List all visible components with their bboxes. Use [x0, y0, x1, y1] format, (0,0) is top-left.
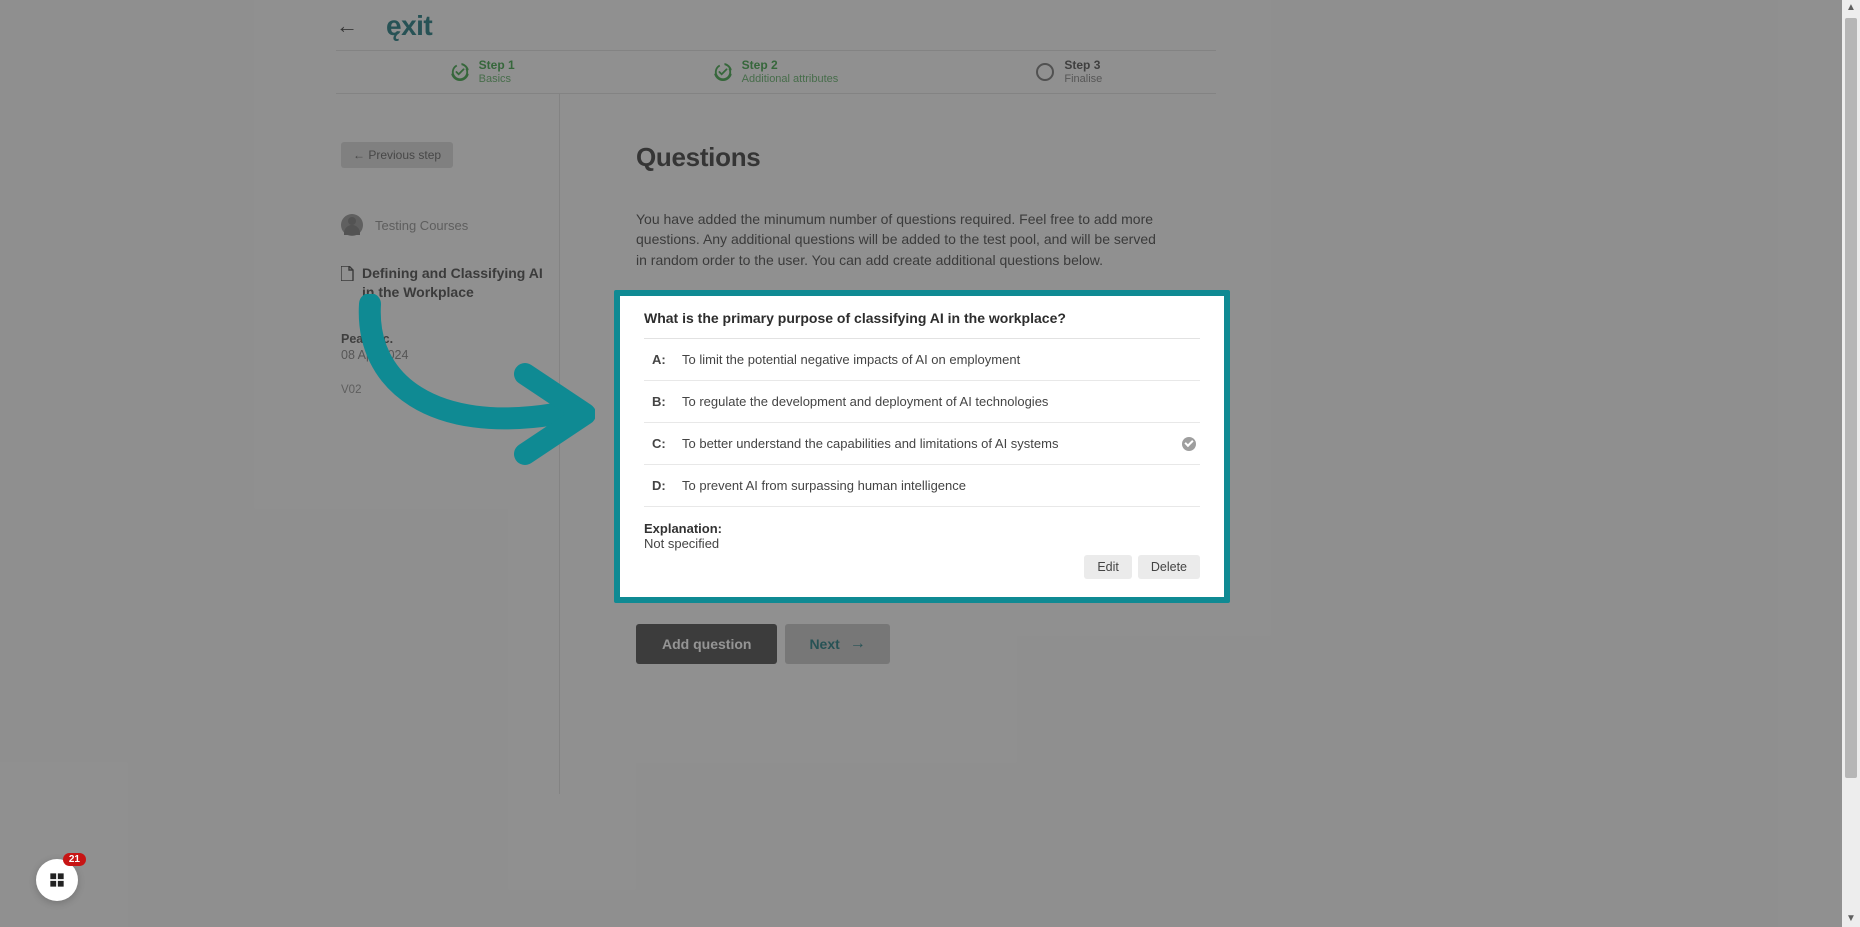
author-name: Testing Courses: [375, 218, 468, 233]
step-1-subtitle: Basics: [479, 73, 515, 87]
add-question-button[interactable]: Add question: [636, 624, 777, 664]
step-1-title: Step 1: [479, 58, 515, 73]
check-circle-icon: [714, 63, 732, 81]
scroll-thumb[interactable]: [1845, 18, 1857, 778]
scrollbar[interactable]: ▲ ▼: [1842, 0, 1860, 927]
edit-button[interactable]: Edit: [1084, 555, 1132, 579]
step-2-subtitle: Additional attributes: [742, 73, 839, 87]
step-2-title: Step 2: [742, 58, 839, 73]
question-prompt: What is the primary purpose of classifyi…: [644, 310, 1200, 339]
previous-step-button[interactable]: ← Previous step: [341, 142, 453, 168]
help-widget-icon: [47, 870, 67, 890]
step-3[interactable]: Step 3 Finalise: [923, 51, 1216, 93]
answer-letter: C:: [652, 436, 672, 451]
intro-text: You have added the minumum number of que…: [636, 209, 1166, 270]
answer-row[interactable]: B: To regulate the development and deplo…: [644, 381, 1200, 423]
answer-text: To prevent AI from surpassing human inte…: [682, 478, 1196, 493]
step-2[interactable]: Step 2 Additional attributes: [629, 51, 922, 93]
next-button[interactable]: Next →: [785, 624, 889, 664]
answer-row[interactable]: A: To limit the potential negative impac…: [644, 339, 1200, 381]
file-icon: [341, 266, 354, 286]
brand-logo: ęxit: [386, 10, 432, 42]
answer-row[interactable]: C: To better understand the capabilities…: [644, 423, 1200, 465]
left-sidebar: ← Previous step Testing Courses Defining…: [336, 94, 560, 794]
answer-letter: D:: [652, 478, 672, 493]
circle-icon: [1036, 63, 1054, 81]
stepper: Step 1 Basics Step 2 Additional attribut…: [336, 50, 1216, 94]
next-button-label: Next: [809, 636, 839, 652]
help-widget[interactable]: 21: [36, 859, 78, 901]
answer-letter: A:: [652, 352, 672, 367]
back-arrow-icon[interactable]: ←: [336, 15, 358, 37]
page-title: Questions: [636, 142, 1216, 173]
avatar: [341, 214, 363, 236]
step-3-subtitle: Finalise: [1064, 73, 1102, 87]
step-3-title: Step 3: [1064, 58, 1102, 73]
explanation-value: Not specified: [644, 536, 1200, 551]
correct-badge-icon: [1182, 437, 1196, 451]
check-circle-icon: [451, 63, 469, 81]
step-1[interactable]: Step 1 Basics: [336, 51, 629, 93]
course-title: Defining and Classifying AI in the Workp…: [362, 264, 543, 302]
delete-button[interactable]: Delete: [1138, 555, 1200, 579]
answer-text: To better understand the capabilities an…: [682, 436, 1172, 451]
scroll-down-icon[interactable]: ▼: [1846, 911, 1856, 927]
answer-letter: B:: [652, 394, 672, 409]
arrow-right-icon: →: [850, 636, 866, 652]
scroll-up-icon[interactable]: ▲: [1846, 0, 1856, 16]
help-badge-count: 21: [63, 853, 86, 866]
answer-text: To regulate the development and deployme…: [682, 394, 1196, 409]
course-date: 08 Apr 2024: [341, 348, 543, 362]
answer-text: To limit the potential negative impacts …: [682, 352, 1196, 367]
org-name: Pear Inc.: [341, 332, 543, 346]
course-version: V02: [341, 384, 543, 396]
explanation-label: Explanation:: [644, 521, 1200, 536]
answer-row[interactable]: D: To prevent AI from surpassing human i…: [644, 465, 1200, 507]
question-card: What is the primary purpose of classifyi…: [614, 290, 1230, 603]
